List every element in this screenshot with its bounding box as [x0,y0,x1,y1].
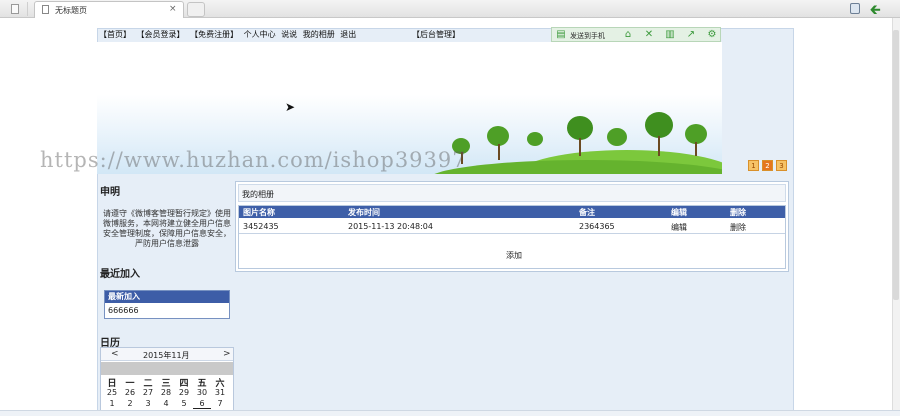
table-header: 图片名称 发布时间 备注 编辑 删除 [239,206,785,218]
album-table: 图片名称 发布时间 备注 编辑 删除 3452435 2015-11-13 20… [238,205,786,269]
calendar-day[interactable]: 29 [175,388,193,397]
close-tab-icon[interactable]: × [169,4,177,14]
cell-note: 2364365 [579,222,615,231]
col-publish-time: 发布时间 [348,208,380,217]
top-nav: 【首页】 【会员登录】 【免费注册】 个人中心 说说 我的相册 退出 [99,29,359,41]
page-3-button[interactable]: 3 [776,160,787,171]
album-title: 我的相册 [242,190,274,199]
delete-link[interactable]: 删除 [730,222,746,233]
send-phone-icon[interactable]: ▤ [556,30,566,40]
album-panel: 我的相册 图片名称 发布时间 备注 编辑 删除 3452435 2015-11-… [235,181,789,272]
share-toolbar: ▤ 发送到手机 ⌂ ✕ ▥ ↗ ⚙ [551,27,721,42]
recent-box-head: 最新加入 [105,291,229,303]
nav-admin[interactable]: 【后台管理】 [412,29,460,40]
recent-member-link[interactable]: 666666 [108,306,139,315]
tab-title: 无标题页 [55,6,87,15]
scrollbar-thumb[interactable] [893,30,899,300]
save-icon[interactable]: ▥ [665,30,675,40]
calendar-day[interactable]: 30 [193,388,211,397]
recent-title: 最近加入 [100,269,140,280]
declare-title: 申明 [100,187,120,198]
col-edit: 编辑 [671,208,687,217]
bookmark-icon[interactable] [850,3,860,14]
calendar-day[interactable]: 27 [139,388,157,397]
cloud-icon[interactable]: ⌂ [623,30,633,40]
send-to-phone-label[interactable]: 发送到手机 [570,31,605,41]
calendar-day[interactable]: 28 [157,388,175,397]
sidebar-toggle-icon[interactable] [2,2,28,16]
calendar-day[interactable]: 4 [157,399,175,408]
cell-publish-time: 2015-11-13 20:48:04 [348,222,433,231]
calendar-nav: < 2015年11月 > [101,348,233,361]
calendar-day[interactable]: 2 [121,399,139,408]
nav-home[interactable]: 【首页】 [99,30,131,39]
page-icon [42,5,49,14]
calendar-day[interactable]: 5 [175,399,193,408]
nav-posts[interactable]: 说说 [281,30,297,39]
add-photo-link[interactable]: 添加 [506,250,522,261]
edit-link[interactable]: 编辑 [671,222,687,233]
browser-tab-strip: 无标题页 × 🡰 [0,0,900,18]
row-divider [239,233,785,234]
calendar-day[interactable]: 25 [103,388,121,397]
recent-box: 最新加入 666666 [104,290,230,319]
share-icon[interactable]: ↗ [686,30,696,40]
col-delete: 删除 [730,208,746,217]
declare-text: 请遵守《微博客管理暂行规定》使用微博服务，本网将建立健全用户信息安全管理制度，保… [103,209,231,248]
col-photo-name: 图片名称 [243,208,275,217]
col-note: 备注 [579,208,595,217]
album-header: 我的相册 [238,184,786,202]
calendar-day[interactable]: 1 [103,399,121,408]
page-1-button[interactable]: 1 [748,160,759,171]
calendar-next-button[interactable]: > [223,349,231,359]
cell-photo-name: 3452435 [243,222,279,231]
calendar-today[interactable]: 6 [193,399,211,409]
nav-register[interactable]: 【免费注册】 [190,30,238,39]
calendar-gray-bar [101,362,233,375]
watermark: https://www.huzhan.com/ishop39397 [40,148,467,172]
page-2-button[interactable]: 2 [762,160,773,171]
calendar-day[interactable]: 3 [139,399,157,408]
calendar-day[interactable]: 26 [121,388,139,397]
calendar: < 2015年11月 > 日 一 二 三 四 五 六 25 26 27 28 2… [100,347,234,416]
settings-icon[interactable]: ⚙ [707,30,717,40]
calendar-prev-button[interactable]: < [111,349,119,359]
calendar-day[interactable]: 7 [211,399,229,408]
nav-my-album[interactable]: 我的相册 [303,30,335,39]
calendar-month: 2015年11月 [143,351,190,360]
browser-tab[interactable]: 无标题页 × [34,1,184,18]
nav-login[interactable]: 【会员登录】 [137,30,185,39]
expand-icon[interactable]: ✕ [644,30,654,40]
mouse-cursor-icon: ➤ [285,100,296,114]
nav-logout[interactable]: 退出 [340,30,356,39]
calendar-day[interactable]: 31 [211,388,229,397]
status-bar [0,410,900,416]
nav-user-center[interactable]: 个人中心 [244,30,276,39]
new-tab-icon[interactable] [187,2,205,17]
